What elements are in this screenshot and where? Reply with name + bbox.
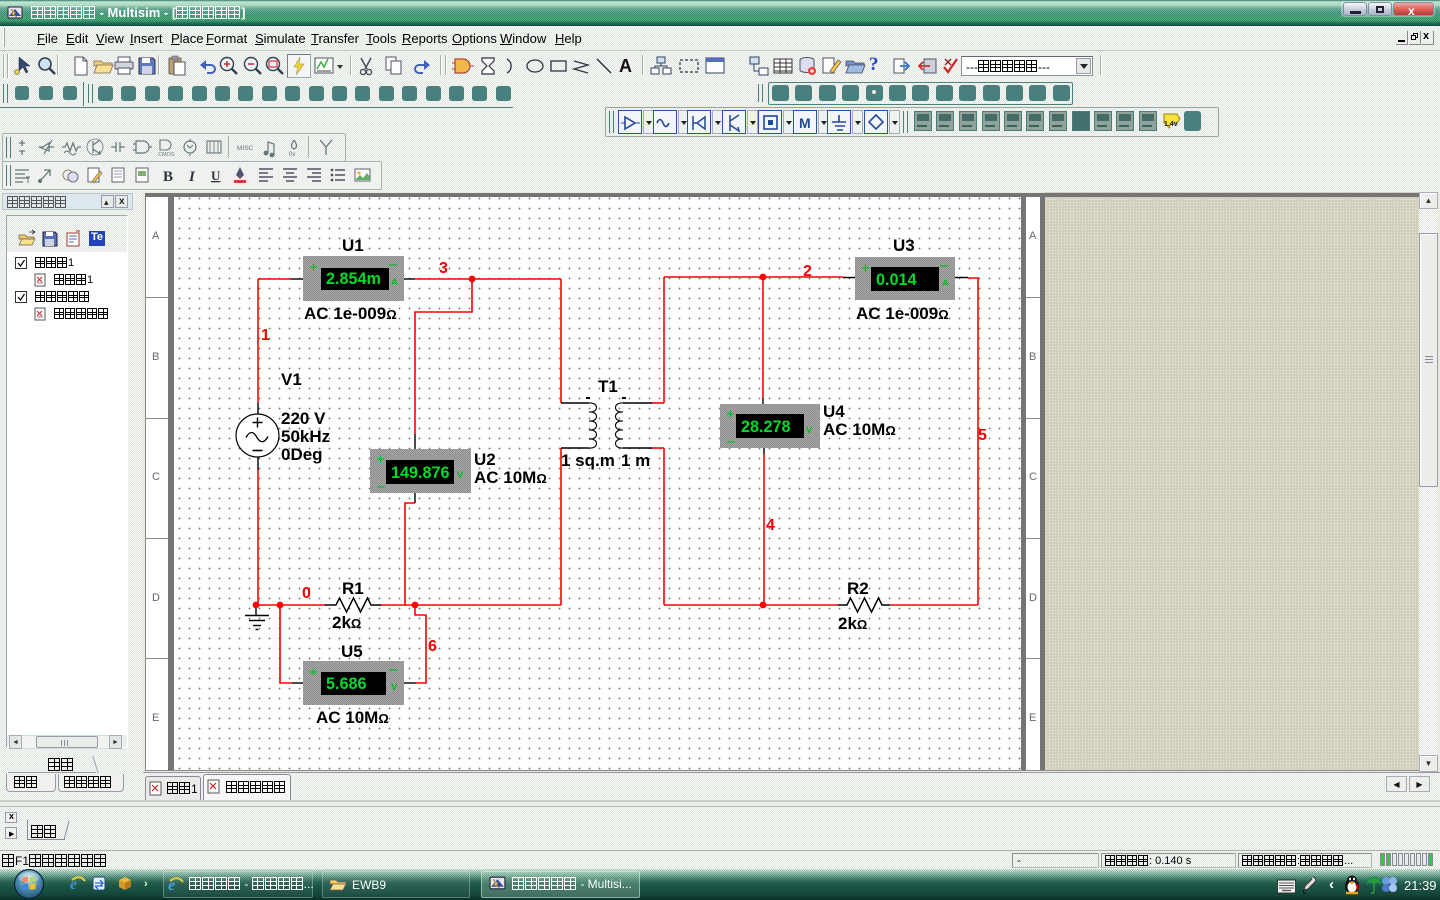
svg-text:A: A <box>942 278 949 289</box>
svg-text:T1: T1 <box>598 377 618 396</box>
svg-text:1: 1 <box>261 327 270 344</box>
svg-text:AC 10MΩ: AC 10MΩ <box>823 420 896 439</box>
svg-text:AC 1e-009Ω: AC 1e-009Ω <box>304 304 397 323</box>
svg-text:V1: V1 <box>281 370 302 389</box>
svg-text:0Deg: 0Deg <box>281 445 323 464</box>
svg-text:A: A <box>391 277 398 288</box>
svg-text:2.854m: 2.854m <box>326 270 381 288</box>
svg-text:R2: R2 <box>847 579 869 598</box>
svg-text:R1: R1 <box>342 579 364 598</box>
svg-text:AC 10MΩ: AC 10MΩ <box>474 468 547 487</box>
svg-text:V: V <box>457 470 464 481</box>
svg-text:AC 1e-009Ω: AC 1e-009Ω <box>856 304 949 323</box>
svg-text:2: 2 <box>803 263 812 280</box>
svg-text:AC 10MΩ: AC 10MΩ <box>316 708 389 727</box>
svg-text:0.014: 0.014 <box>876 271 917 289</box>
svg-text:V: V <box>806 425 813 436</box>
svg-text:2kΩ: 2kΩ <box>838 614 867 633</box>
svg-text:U3: U3 <box>893 236 915 255</box>
svg-text:U4: U4 <box>823 402 845 421</box>
svg-text:V: V <box>391 682 398 693</box>
svg-text:4: 4 <box>766 517 775 534</box>
svg-text:28.278: 28.278 <box>741 418 791 436</box>
svg-text:2kΩ: 2kΩ <box>332 613 361 632</box>
svg-text:U1: U1 <box>342 236 364 255</box>
svg-text:3: 3 <box>439 260 448 277</box>
svg-text:1 m: 1 m <box>621 451 650 470</box>
svg-text:1 sq.m: 1 sq.m <box>561 451 615 470</box>
svg-text:5: 5 <box>978 427 987 444</box>
svg-text:U5: U5 <box>341 642 363 661</box>
svg-text:5.686: 5.686 <box>326 675 367 693</box>
svg-text:6: 6 <box>428 638 437 655</box>
svg-text:0: 0 <box>302 585 311 602</box>
svg-text:220 V: 220 V <box>281 409 326 428</box>
svg-text:50kHz: 50kHz <box>281 427 330 446</box>
svg-text:U2: U2 <box>474 450 496 469</box>
svg-text:149.876: 149.876 <box>391 464 450 482</box>
